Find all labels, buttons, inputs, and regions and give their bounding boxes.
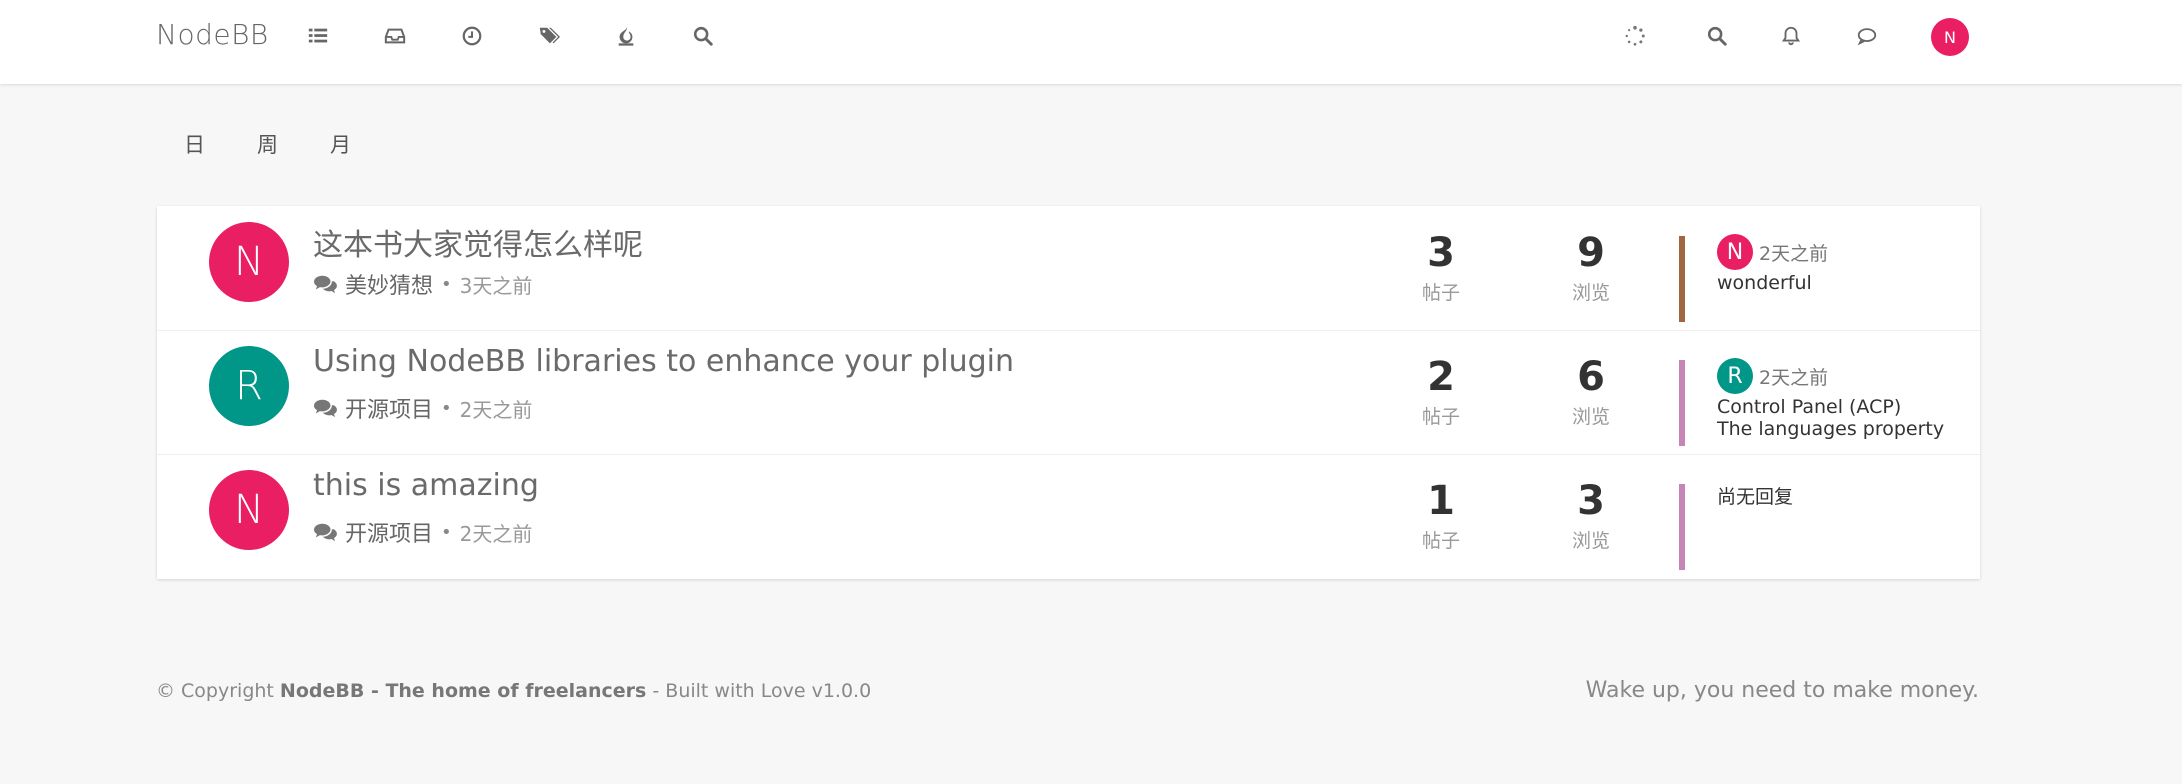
posts-label: 帖子 (1421, 530, 1460, 552)
teaser-avatar-letter: R (1727, 363, 1743, 389)
posts-stat: 3 帖子 (1381, 230, 1501, 305)
teaser-avatar[interactable]: R (1717, 358, 1753, 394)
views-label: 浏览 (1571, 282, 1610, 304)
comments-icon (314, 275, 337, 294)
posts-label: 帖子 (1421, 282, 1460, 304)
brand-logo[interactable]: NodeBB (156, 18, 269, 51)
site-name: NodeBB - The home of freelancers (279, 680, 647, 702)
last-reply-teaser[interactable]: R 2天之前 Control Panel (ACP) The languages… (1717, 358, 1967, 440)
navbar: NodeBB N (0, 0, 2182, 84)
topic-title[interactable]: Using NodeBB libraries to enhance your p… (313, 344, 1014, 379)
separator-dot: • (441, 273, 452, 295)
teaser-time[interactable]: 2天之前 (1759, 239, 1828, 266)
topic-time: 2天之前 (459, 521, 533, 546)
topic-row: N this is amazing 开源项目 • 2天之前 1 帖子 3 浏览 … (157, 454, 1980, 578)
recent-icon[interactable] (460, 24, 484, 48)
separator-dot: • (441, 521, 452, 543)
author-avatar[interactable]: R (209, 346, 289, 426)
views-stat: 9 浏览 (1531, 230, 1651, 305)
views-count: 3 (1577, 478, 1605, 524)
posts-label: 帖子 (1421, 406, 1460, 428)
tab-week[interactable]: 周 (253, 127, 282, 161)
category-link[interactable]: 美妙猜想 (345, 268, 433, 300)
footer-copyright: © Copyright NodeBB - The home of freelan… (156, 680, 871, 702)
views-label: 浏览 (1571, 406, 1610, 428)
footer-tagline: Wake up, you need to make money. (1585, 678, 1979, 703)
topic-meta: 美妙猜想 • 3天之前 (313, 268, 532, 300)
topic-meta: 开源项目 • 2天之前 (313, 516, 532, 548)
posts-count: 2 (1427, 354, 1455, 400)
teaser-avatar-letter: N (1726, 239, 1744, 265)
posts-count: 3 (1427, 230, 1455, 276)
views-stat: 6 浏览 (1531, 354, 1651, 429)
category-color-bar (1679, 484, 1685, 570)
views-count: 9 (1577, 230, 1605, 276)
views-count: 6 (1577, 354, 1605, 400)
user-avatar-letter: N (1944, 27, 1956, 47)
posts-count: 1 (1427, 478, 1455, 524)
chat-icon[interactable] (1855, 24, 1879, 48)
user-avatar[interactable]: N (1931, 18, 1969, 56)
teaser-text: wonderful (1717, 272, 1812, 294)
topic-list: N 这本书大家觉得怎么样呢 美妙猜想 • 3天之前 3 帖子 9 浏览 N 2天… (157, 206, 1980, 579)
topic-title[interactable]: 这本书大家觉得怎么样呢 (313, 220, 643, 264)
comments-icon (314, 523, 337, 542)
teaser-text-line1: Control Panel (ACP) (1717, 396, 1902, 418)
author-avatar-letter: R (235, 363, 263, 409)
category-link[interactable]: 开源项目 (345, 392, 433, 424)
search-icon[interactable] (691, 24, 715, 48)
built-with: - Built with Love v1.0.0 (646, 680, 872, 702)
topic-time: 3天之前 (459, 273, 533, 298)
copyright-prefix: © Copyright (156, 680, 280, 702)
popular-icon[interactable] (614, 24, 638, 48)
teaser-avatar[interactable]: N (1717, 234, 1753, 270)
category-link[interactable]: 开源项目 (345, 516, 433, 548)
author-avatar-letter: N (234, 487, 264, 533)
categories-icon[interactable] (306, 24, 330, 48)
tab-day[interactable]: 日 (180, 127, 209, 161)
tags-icon[interactable] (537, 24, 561, 48)
loading-icon (1623, 24, 1647, 48)
teaser-time[interactable]: 2天之前 (1759, 363, 1828, 390)
search-icon[interactable] (1705, 24, 1729, 48)
author-avatar[interactable]: N (209, 222, 289, 302)
views-label: 浏览 (1571, 530, 1610, 552)
last-reply-teaser[interactable]: N 2天之前 wonderful (1717, 234, 1967, 294)
topic-row: R Using NodeBB libraries to enhance your… (157, 330, 1980, 455)
author-avatar[interactable]: N (209, 470, 289, 550)
category-color-bar (1679, 360, 1685, 446)
topic-row: N 这本书大家觉得怎么样呢 美妙猜想 • 3天之前 3 帖子 9 浏览 N 2天… (157, 206, 1980, 331)
tab-month[interactable]: 月 (326, 127, 355, 161)
topic-time: 2天之前 (459, 397, 533, 422)
author-avatar-letter: N (234, 239, 264, 285)
comments-icon (314, 399, 337, 418)
no-replies-text: 尚无回复 (1717, 486, 1794, 508)
posts-stat: 2 帖子 (1381, 354, 1501, 429)
topic-title[interactable]: this is amazing (313, 468, 539, 503)
unread-icon[interactable] (383, 24, 407, 48)
posts-stat: 1 帖子 (1381, 478, 1501, 553)
bell-icon[interactable] (1779, 24, 1803, 48)
last-reply-teaser: 尚无回复 (1717, 482, 1967, 509)
views-stat: 3 浏览 (1531, 478, 1651, 553)
separator-dot: • (441, 397, 452, 419)
teaser-text-line2: The languages property (1717, 418, 1945, 440)
category-color-bar (1679, 236, 1685, 322)
topic-meta: 开源项目 • 2天之前 (313, 392, 532, 424)
